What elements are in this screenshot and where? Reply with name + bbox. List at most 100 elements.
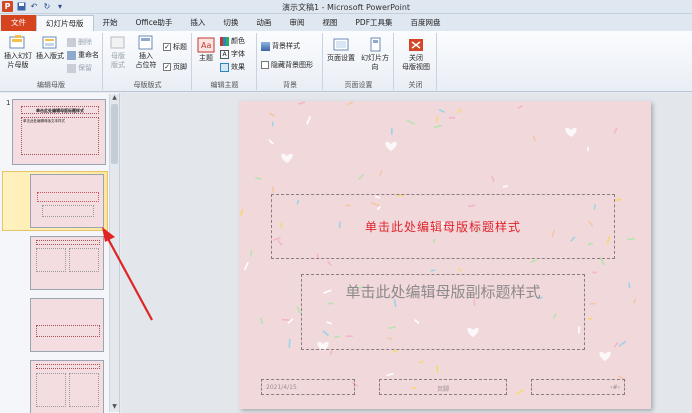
insert-placeholder-button[interactable]: 插入 占位符	[131, 35, 161, 70]
confetti-piece	[491, 175, 495, 182]
master-layout-button[interactable]: 母版 版式	[106, 35, 130, 70]
date-placeholder[interactable]: 2021/4/15	[261, 379, 355, 395]
confetti-piece	[271, 121, 274, 127]
confetti-piece	[626, 237, 636, 241]
group-label-close: 关闭	[408, 81, 423, 89]
subtitle-placeholder[interactable]: 单击此处编辑母版副标题样式	[301, 274, 585, 350]
confetti-piece	[613, 127, 618, 134]
thumbnail-master[interactable]: 单击此处编辑母版标题样式 单击此处编辑母版文本样式	[12, 99, 106, 165]
fonts-button[interactable]: A 字体	[220, 49, 245, 59]
tab-10[interactable]: 百度网盘	[402, 15, 450, 31]
insert-placeholder-label: 插入	[139, 52, 153, 60]
slide-canvas[interactable]: 单击此处编辑母版标题样式 单击此处编辑母版副标题样式 2021/4/15 页脚 …	[239, 101, 651, 409]
insert-layout-label: 插入版式	[36, 52, 64, 60]
confetti-piece	[392, 350, 398, 353]
scroll-up-icon[interactable]: ▲	[110, 94, 119, 103]
confetti-piece	[259, 317, 264, 324]
confetti-piece	[517, 105, 523, 110]
group-label-edit-master: 编辑母版	[37, 81, 65, 89]
delete-button[interactable]: 删除	[67, 37, 92, 47]
title-bar: P ↶ ↻ ▾ 演示文稿1 - Microsoft PowerPoint	[0, 0, 692, 14]
group-label-master-layout: 母版版式	[133, 81, 162, 89]
rename-label: 重命名	[78, 51, 99, 59]
insert-layout-button[interactable]: 插入版式	[35, 35, 65, 61]
confetti-piece	[306, 116, 311, 125]
tab-7[interactable]: 审阅	[280, 15, 313, 31]
fonts-label: 字体	[231, 50, 245, 58]
tab-2[interactable]: 开始	[94, 15, 127, 31]
thumbnail-master-title: 单击此处编辑母版标题样式	[21, 106, 99, 114]
scrollbar-thumb[interactable]	[111, 104, 118, 164]
title-checkbox[interactable]: ✓ 标题	[163, 42, 187, 52]
confetti-piece	[239, 208, 244, 216]
confetti-piece	[329, 350, 333, 356]
delete-label: 删除	[78, 38, 92, 46]
confetti-piece	[436, 365, 439, 374]
confetti-piece	[418, 360, 424, 364]
tab-5[interactable]: 切换	[214, 15, 247, 31]
title-placeholder-text: 单击此处编辑母版标题样式	[364, 220, 521, 234]
annotation-arrow-icon	[102, 227, 153, 321]
effects-button[interactable]: 效果	[220, 62, 245, 72]
tab-4[interactable]: 插入	[181, 15, 214, 31]
rename-button[interactable]: 重命名	[67, 50, 99, 60]
title-placeholder[interactable]: 单击此处编辑母版标题样式	[271, 194, 615, 259]
thumbnail-title-layout[interactable]	[30, 174, 104, 228]
insert-slide-master-button[interactable]: 插入幻灯 片母版	[3, 35, 33, 70]
confetti-piece	[530, 259, 537, 264]
background-styles-button[interactable]: 背景样式	[261, 41, 300, 51]
footer-text: 页脚	[436, 386, 449, 393]
confetti-piece	[438, 108, 445, 114]
footer-checkbox[interactable]: ✓ 页脚	[163, 62, 187, 72]
preserve-button[interactable]: 保留	[67, 63, 92, 73]
themes-button[interactable]: Aa 主题	[195, 37, 217, 63]
tab-8[interactable]: 视图	[313, 15, 346, 31]
slide-number-text: ‹#›	[610, 384, 620, 391]
scroll-down-icon[interactable]: ▼	[110, 403, 119, 412]
close-master-label: 关闭	[409, 54, 423, 62]
confetti-piece	[589, 302, 596, 305]
thumbnail-layout-5[interactable]	[30, 360, 104, 413]
thumbnail-layout-3-left	[36, 248, 66, 272]
confetti-piece	[628, 282, 631, 289]
tab-9[interactable]: PDF工具集	[346, 15, 401, 31]
colors-button[interactable]: 颜色	[220, 36, 245, 46]
ribbon-tabs: 文件 幻灯片母版 开始 Office助手 插入 切换 动画 审阅 视图 PDF工具集 百度网盘	[0, 14, 692, 31]
confetti-piece	[287, 318, 294, 324]
group-master-layout: 母版 版式 插入 占位符 ✓ 标题 ✓ 页脚 母版版式	[104, 33, 192, 90]
slide-number-placeholder[interactable]: ‹#›	[531, 379, 625, 395]
preserve-icon	[67, 63, 76, 73]
close-icon	[409, 39, 423, 51]
page-setup-button[interactable]: 页面设置	[325, 37, 357, 63]
group-edit-master: 插入幻灯 片母版 插入版式 删除 重命名 保留 编辑母版	[0, 33, 103, 90]
confetti-piece	[358, 173, 364, 180]
title-check-label: 标题	[173, 43, 187, 51]
confetti-piece	[406, 119, 416, 126]
thumbnail-layout-3[interactable]	[30, 236, 104, 290]
confetti-piece	[448, 116, 456, 119]
confetti-piece	[502, 185, 508, 188]
confetti-piece	[615, 198, 622, 202]
confetti-piece	[457, 108, 463, 114]
hide-background-checkbox[interactable]: 隐藏背景图形	[261, 60, 313, 70]
group-label-page-setup: 页面设置	[344, 81, 373, 89]
thumbnail-layout-3-title	[36, 240, 100, 245]
confetti-piece	[327, 260, 332, 267]
close-master-view-button[interactable]: 关闭 母版视图	[397, 37, 435, 72]
footer-placeholder[interactable]: 页脚	[379, 379, 507, 395]
tab-3[interactable]: Office助手	[127, 15, 182, 31]
thumbnail-layout-5-right	[69, 373, 99, 407]
confetti-piece	[243, 262, 249, 271]
date-text: 2021/4/15	[266, 384, 297, 391]
master-layout-label-2: 版式	[111, 61, 125, 69]
tab-6[interactable]: 动画	[247, 15, 280, 31]
slide-orientation-button[interactable]: 幻灯片方向	[358, 37, 392, 72]
confetti-piece	[271, 186, 275, 193]
colors-icon	[220, 36, 229, 46]
confetti-piece	[532, 135, 537, 142]
tab-0[interactable]: 文件	[1, 15, 36, 31]
thumbnail-layout-4[interactable]	[30, 298, 104, 352]
group-close: 关闭 母版视图 关闭	[395, 33, 437, 90]
tab-1[interactable]: 幻灯片母版	[36, 15, 94, 31]
svg-text:Aa: Aa	[201, 41, 211, 50]
